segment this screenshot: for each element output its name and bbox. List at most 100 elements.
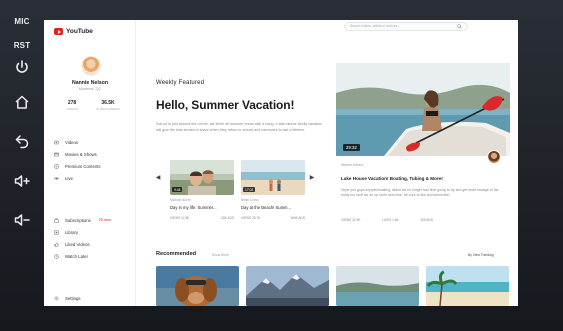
recommended-thumbnail[interactable]	[336, 266, 419, 306]
recommended-sort-link[interactable]: By View Trending	[468, 253, 494, 257]
hero-video-title[interactable]: Lake House Vacation! Boating, Tubing & M…	[341, 176, 443, 181]
nav-settings: Settings	[54, 292, 81, 304]
nav-item-premium[interactable]: Premium Contents	[54, 160, 101, 172]
video-card[interactable]: 17:02 Bellie Cross Day at the Beach! Sum…	[241, 160, 305, 220]
lake-image	[336, 266, 419, 306]
video-thumbnail[interactable]: 9:48	[170, 160, 234, 195]
mic-button[interactable]: MIC	[6, 16, 38, 26]
hero-channel[interactable]: Warren Munoz	[341, 163, 363, 167]
sidebar: YouTube Nannie Nelson Montreal, QC 278 V…	[44, 20, 136, 306]
recommended-thumbnail[interactable]	[156, 266, 239, 306]
carousel-next-button[interactable]: ▶	[308, 174, 316, 182]
library-icon	[54, 230, 59, 235]
recommended-thumbnail[interactable]	[426, 266, 509, 306]
nav-item-settings[interactable]: Settings	[54, 292, 81, 304]
video-ads: 160K ADS	[290, 216, 305, 220]
live-icon	[54, 176, 59, 181]
video-title[interactable]: Day in my life: Summer...	[170, 205, 234, 210]
reset-label: RST	[13, 40, 31, 50]
nav-item-label: Movies & Shows	[65, 151, 97, 157]
nav-item-label: Library	[65, 229, 79, 235]
reset-button[interactable]: RST	[6, 40, 38, 50]
nav-item-watch-later[interactable]: Watch Later	[54, 250, 111, 262]
stat-subscribers-count: 36.5K	[101, 100, 115, 106]
youtube-logo-icon	[54, 28, 63, 35]
nav-item-label: Liked Videos	[65, 241, 90, 247]
nav-item-subscriptions[interactable]: Subscriptions 29 new	[54, 214, 111, 226]
nav-primary: Videos Movies & Shows Premium Contents L…	[54, 136, 101, 184]
power-button[interactable]	[6, 58, 38, 76]
nav-item-videos[interactable]: Videos	[54, 136, 101, 148]
power-icon	[16, 60, 28, 73]
nav-item-label: Settings	[65, 295, 81, 301]
stat-subscribers-label: SUBSCRIBERS	[96, 107, 120, 111]
volume-down-icon	[14, 214, 30, 226]
app-name: YouTube	[66, 28, 93, 35]
video-icon	[54, 140, 59, 145]
hero-likes: LIKES 1.4K	[382, 218, 399, 222]
hero-video-meta: VIEWS 32.5K LIKES 1.4K 305 ADS	[341, 218, 433, 222]
profile-location: Montreal, QC	[78, 87, 102, 91]
search-input[interactable]: Search videos, artists or authors...	[344, 22, 468, 31]
nav-item-label: Premium Contents	[65, 163, 101, 169]
nav-item-label: Videos	[65, 139, 79, 145]
movie-icon	[54, 152, 59, 157]
gear-icon	[54, 295, 59, 301]
video-ads: 30K ADS	[221, 216, 234, 220]
home-button[interactable]	[6, 93, 38, 111]
stat-videos: 278 VIDEOS	[54, 100, 90, 111]
search-icon	[457, 24, 462, 29]
hero-video-thumbnail[interactable]: 29:32	[336, 63, 510, 156]
chevron-right-icon: ▶	[309, 175, 315, 181]
video-title[interactable]: Day at the Beach! Summ...	[241, 205, 305, 210]
video-views: VIEWS 12.8K	[170, 216, 190, 220]
hero-views: VIEWS 32.5K	[341, 218, 361, 222]
app-logo[interactable]: YouTube	[54, 28, 93, 35]
mountains-image	[246, 266, 329, 306]
nav-item-movies[interactable]: Movies & Shows	[54, 148, 101, 160]
premium-icon	[54, 164, 59, 169]
weekly-featured-label: Weekly Featured	[156, 80, 205, 86]
featured-headline: Hello, Summer Vacation!	[156, 98, 295, 112]
recommended-thumbnail[interactable]	[246, 266, 329, 306]
video-thumbnail[interactable]: 17:02	[241, 160, 305, 195]
volume-up-icon	[14, 175, 30, 187]
back-icon	[15, 135, 29, 149]
hero-channel-avatar[interactable]	[487, 150, 501, 164]
nav-item-label: Watch Later	[65, 253, 89, 259]
back-button[interactable]	[6, 132, 38, 150]
nav-secondary: Subscriptions 29 new Library Liked Video…	[54, 214, 111, 262]
video-card[interactable]: 9:48 Michael Acorn Day in my life: Summe…	[170, 160, 234, 220]
dog-image	[156, 266, 239, 306]
carousel-prev-button[interactable]: ◀	[154, 174, 162, 182]
stat-videos-label: VIDEOS	[65, 107, 79, 111]
search-placeholder: Search videos, artists or authors...	[350, 24, 401, 28]
video-meta: VIEWS 28.7K 160K ADS	[241, 216, 305, 220]
video-duration: 9:48	[172, 187, 183, 192]
subscriptions-new-badge: 29 new	[98, 218, 112, 222]
nav-item-label: Subscriptions	[65, 217, 91, 223]
video-channel[interactable]: Michael Acorn	[170, 198, 234, 202]
hero-ads: 305 ADS	[420, 218, 433, 222]
subscriptions-icon	[54, 218, 59, 223]
volume-down-button[interactable]	[6, 211, 38, 229]
video-views: VIEWS 28.7K	[241, 216, 261, 220]
mic-label: MIC	[14, 16, 30, 26]
video-channel[interactable]: Bellie Cross	[241, 198, 305, 202]
nav-item-library[interactable]: Library	[54, 226, 111, 238]
recommended-title: Recommended	[156, 251, 197, 257]
profile-avatar[interactable]	[81, 56, 101, 76]
app-screen: YouTube Nannie Nelson Montreal, QC 278 V…	[44, 20, 518, 306]
recommended-show-more-link[interactable]: Show More	[212, 253, 229, 257]
nav-item-live[interactable]: Live	[54, 172, 101, 184]
profile-name: Nannie Nelson	[71, 80, 109, 86]
home-icon	[15, 95, 29, 109]
kayak-image	[336, 63, 510, 156]
nav-item-liked[interactable]: Liked Videos	[54, 238, 111, 250]
stat-videos-count: 278	[67, 100, 77, 106]
volume-up-button[interactable]	[6, 172, 38, 190]
hero-video-duration: 29:32	[343, 144, 360, 151]
like-icon	[54, 241, 59, 247]
clock-icon	[54, 253, 59, 259]
hero-video-description: Hope you guys enjoyed boating, which we …	[341, 188, 499, 198]
